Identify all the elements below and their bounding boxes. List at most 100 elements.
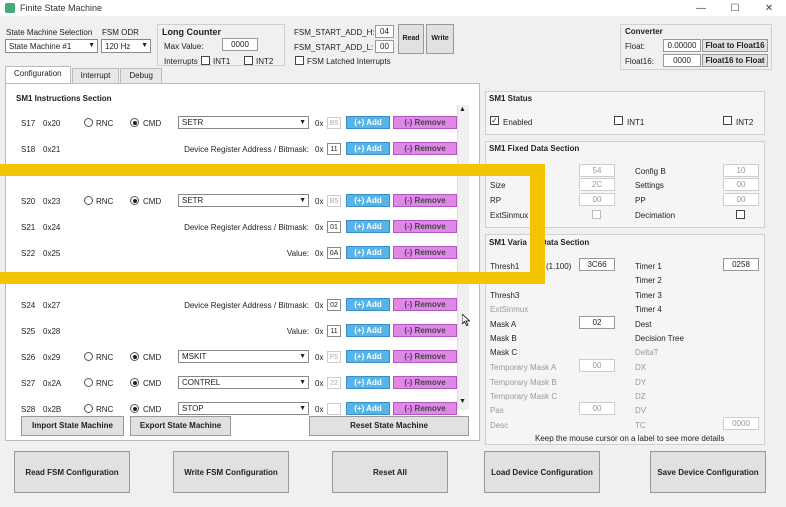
rnc-radio[interactable] [84, 404, 93, 413]
remove-button[interactable]: (-) Remove [393, 116, 457, 129]
import-state-machine-button[interactable]: Import State Machine [21, 416, 124, 436]
hex-prefix: 0x [315, 379, 324, 388]
size-input[interactable]: 2C [579, 178, 615, 191]
hex-value-input[interactable]: 11 [327, 325, 341, 337]
add-button[interactable]: (+) Add [346, 116, 390, 129]
command-select[interactable]: SETR ▼ [178, 116, 309, 129]
rnc-radio[interactable] [84, 352, 93, 361]
fsm-odr-select[interactable]: 120 Hz ▼ [101, 39, 151, 53]
long-counter-int1-checkbox[interactable] [201, 56, 210, 65]
rnc-radio[interactable] [84, 378, 93, 387]
reset-state-machine-button[interactable]: Reset State Machine [309, 416, 469, 436]
add-button[interactable]: (+) Add [346, 376, 390, 389]
remove-button[interactable]: (-) Remove [393, 402, 457, 415]
remove-button[interactable]: (-) Remove [393, 350, 457, 363]
rnc-radio[interactable] [84, 118, 93, 127]
cmd-radio[interactable] [130, 352, 139, 361]
config-a-input[interactable]: 54 [579, 164, 615, 177]
add-button[interactable]: (+) Add [346, 402, 390, 415]
hex-value-input[interactable]: F5 [327, 351, 341, 363]
remove-button[interactable]: (-) Remove [393, 376, 457, 389]
fsm-start-add-l-input[interactable]: 00 [375, 40, 394, 53]
status-int1-checkbox[interactable] [614, 116, 623, 125]
remove-button[interactable]: (-) Remove [393, 246, 457, 259]
hex-value-input[interactable]: 22 [327, 377, 341, 389]
write-fsm-configuration-button[interactable]: Write FSM Configuration [173, 451, 289, 493]
command-select[interactable]: CONTREL ▼ [178, 376, 309, 389]
config-b-input[interactable]: 10 [723, 164, 759, 177]
hex-prefix: 0x [315, 145, 324, 154]
extsinmux-checkbox[interactable] [592, 210, 601, 219]
add-button[interactable]: (+) Add [346, 194, 390, 207]
pas-input[interactable]: 00 [579, 402, 615, 415]
scroll-down-icon[interactable]: ▼ [459, 398, 466, 405]
hex-value-input[interactable] [327, 403, 341, 415]
fsm-start-add-h-input[interactable]: 04 [375, 25, 394, 38]
enabled-checkbox[interactable]: ✓ [490, 116, 499, 125]
hex-value-input[interactable]: 0A [327, 247, 341, 259]
rnc-radio[interactable] [84, 196, 93, 205]
tc-input[interactable]: 0000 [723, 417, 759, 430]
tc-label: TC [635, 421, 646, 430]
read-button[interactable]: Read [398, 24, 424, 54]
command-select[interactable]: STOP ▼ [178, 402, 309, 415]
hex-value-input[interactable]: 11 [327, 143, 341, 155]
pp-input[interactable]: 00 [723, 193, 759, 206]
load-device-configuration-button[interactable]: Load Device Configuration [484, 451, 600, 493]
settings-input[interactable]: 00 [723, 178, 759, 191]
status-int2-checkbox[interactable] [723, 116, 732, 125]
command-select[interactable]: MSKIT ▼ [178, 350, 309, 363]
mask-a-input[interactable]: 02 [579, 316, 615, 329]
fsm-latched-checkbox[interactable] [295, 56, 304, 65]
remove-button[interactable]: (-) Remove [393, 142, 457, 155]
decimation-checkbox[interactable] [736, 210, 745, 219]
add-button[interactable]: (+) Add [346, 298, 390, 311]
cmd-radio[interactable] [130, 118, 139, 127]
add-button[interactable]: (+) Add [346, 350, 390, 363]
cmd-radio[interactable] [130, 196, 139, 205]
temp-mask-a-input[interactable]: 00 [579, 359, 615, 372]
rp-input[interactable]: 00 [579, 193, 615, 206]
hex-value-input[interactable]: B5 [327, 195, 341, 207]
float-input[interactable]: 0.00000 [663, 39, 701, 52]
float-to-float16-button[interactable]: Float to Float16 [702, 39, 768, 52]
read-fsm-configuration-button[interactable]: Read FSM Configuration [14, 451, 130, 493]
max-value-input[interactable]: 0000 [222, 38, 258, 51]
thresh1-input[interactable]: 3C66 [579, 258, 615, 271]
float16-to-float-button[interactable]: Float16 to Float [702, 54, 768, 67]
instructions-scrollbar[interactable] [457, 105, 469, 410]
remove-button[interactable]: (-) Remove [393, 220, 457, 233]
write-button[interactable]: Write [426, 24, 454, 54]
minimize-button[interactable]: — [684, 0, 718, 16]
cmd-radio[interactable] [130, 378, 139, 387]
dv-label: DV [635, 406, 647, 415]
command-select[interactable]: SETR ▼ [178, 194, 309, 207]
tab-debug[interactable]: Debug [120, 68, 162, 83]
export-state-machine-button[interactable]: Export State Machine [130, 416, 231, 436]
tab-configuration[interactable]: Configuration [5, 66, 71, 83]
save-device-configuration-button[interactable]: Save Device Configuration [650, 451, 766, 493]
hex-value-input[interactable]: B5 [327, 117, 341, 129]
timer1-label: Timer 1 [635, 262, 662, 271]
timer1-input[interactable]: 0258 [723, 258, 759, 271]
dz-label: DZ [635, 392, 646, 401]
instruction-id: S25 [21, 327, 36, 336]
add-button[interactable]: (+) Add [346, 220, 390, 233]
hex-value-input[interactable]: 02 [327, 299, 341, 311]
remove-button[interactable]: (-) Remove [393, 324, 457, 337]
add-button[interactable]: (+) Add [346, 324, 390, 337]
close-button[interactable]: ✕ [752, 0, 786, 16]
long-counter-int2-checkbox[interactable] [244, 56, 253, 65]
cmd-radio[interactable] [130, 404, 139, 413]
add-button[interactable]: (+) Add [346, 142, 390, 155]
scroll-up-icon[interactable]: ▲ [459, 106, 466, 113]
remove-button[interactable]: (-) Remove [393, 298, 457, 311]
reset-all-button[interactable]: Reset All [332, 451, 448, 493]
hex-value-input[interactable]: 01 [327, 221, 341, 233]
float16-input[interactable]: 0000 [663, 54, 701, 67]
tab-interrupt[interactable]: Interrupt [71, 68, 120, 83]
maximize-button[interactable]: ☐ [718, 0, 752, 16]
remove-button[interactable]: (-) Remove [393, 194, 457, 207]
add-button[interactable]: (+) Add [346, 246, 390, 259]
state-machine-select[interactable]: State Machine #1 ▼ [5, 39, 98, 53]
